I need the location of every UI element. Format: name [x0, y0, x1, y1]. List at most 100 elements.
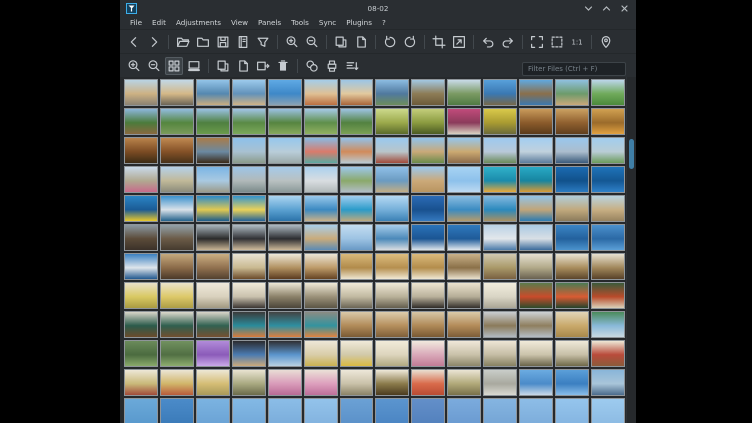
thumbnail[interactable]	[268, 311, 302, 338]
thumbnail[interactable]	[555, 369, 589, 396]
thumbnail[interactable]	[411, 166, 445, 193]
thumbnail[interactable]	[555, 195, 589, 222]
thumbnail[interactable]	[555, 108, 589, 135]
single-view-button[interactable]	[185, 57, 203, 75]
open-folder-button[interactable]	[174, 33, 192, 51]
thumbnail[interactable]	[447, 108, 481, 135]
thumbnail[interactable]	[375, 311, 409, 338]
thumbnail[interactable]	[483, 224, 517, 251]
redo-button[interactable]	[499, 33, 517, 51]
thumbnail[interactable]	[447, 137, 481, 164]
thumbnail[interactable]	[411, 224, 445, 251]
thumbnail[interactable]	[483, 282, 517, 309]
thumbnail[interactable]	[340, 79, 374, 106]
thumbnail[interactable]	[375, 340, 409, 367]
prev-button[interactable]	[125, 33, 143, 51]
thumbnail[interactable]	[483, 195, 517, 222]
thumbnail[interactable]	[340, 224, 374, 251]
thumbnail[interactable]	[375, 253, 409, 280]
thumbnail[interactable]	[483, 340, 517, 367]
thumbnail[interactable]	[555, 340, 589, 367]
thumbnail[interactable]	[447, 166, 481, 193]
undo-button[interactable]	[479, 33, 497, 51]
thumbnail[interactable]	[483, 311, 517, 338]
thumbnail[interactable]	[447, 253, 481, 280]
thumbnail[interactable]	[447, 224, 481, 251]
thumbnail[interactable]	[340, 137, 374, 164]
thumbnail[interactable]	[160, 79, 194, 106]
thumbnail[interactable]	[268, 224, 302, 251]
delete-file-button[interactable]	[274, 57, 292, 75]
zoom-out-button[interactable]	[145, 57, 163, 75]
thumbnail[interactable]	[519, 398, 553, 423]
thumbnail[interactable]	[555, 224, 589, 251]
thumbnail[interactable]	[591, 137, 625, 164]
thumbnail[interactable]	[483, 137, 517, 164]
resize-button[interactable]	[450, 33, 468, 51]
menu-item-edit[interactable]: Edit	[147, 17, 171, 29]
thumbnail[interactable]	[160, 195, 194, 222]
thumbnail[interactable]	[483, 79, 517, 106]
next-button[interactable]	[145, 33, 163, 51]
thumbnail[interactable]	[160, 108, 194, 135]
thumbnail[interactable]	[483, 253, 517, 280]
thumbnail[interactable]	[555, 398, 589, 423]
thumbnail[interactable]	[340, 369, 374, 396]
thumbnail[interactable]	[411, 311, 445, 338]
thumbnail[interactable]	[519, 282, 553, 309]
thumbnail[interactable]	[196, 137, 230, 164]
thumbnail[interactable]	[483, 108, 517, 135]
thumbnail[interactable]	[519, 195, 553, 222]
thumbnail[interactable]	[196, 340, 230, 367]
thumbnail[interactable]	[160, 282, 194, 309]
thumbnail[interactable]	[555, 282, 589, 309]
menu-item-view[interactable]: View	[226, 17, 253, 29]
thumbnail[interactable]	[555, 79, 589, 106]
thumbnail[interactable]	[591, 166, 625, 193]
zoom-in-button[interactable]	[283, 33, 301, 51]
thumbnail[interactable]	[196, 369, 230, 396]
thumbnail[interactable]	[232, 166, 266, 193]
thumbnail[interactable]	[483, 166, 517, 193]
thumbnail[interactable]	[268, 340, 302, 367]
frameless-button[interactable]	[548, 33, 566, 51]
thumbnail[interactable]	[304, 166, 338, 193]
copy-file-button[interactable]	[214, 57, 232, 75]
thumbnail[interactable]	[268, 79, 302, 106]
thumbnail[interactable]	[411, 108, 445, 135]
thumbnail[interactable]	[340, 253, 374, 280]
thumbnail[interactable]	[196, 224, 230, 251]
thumbnail[interactable]	[340, 108, 374, 135]
map-pin-button[interactable]	[597, 33, 615, 51]
fullscreen-button[interactable]	[528, 33, 546, 51]
thumbnail[interactable]	[447, 311, 481, 338]
thumbnail[interactable]	[555, 166, 589, 193]
zoom-out-button[interactable]	[303, 33, 321, 51]
thumbnail[interactable]	[232, 282, 266, 309]
thumbnail[interactable]	[411, 398, 445, 423]
thumbnail[interactable]	[304, 253, 338, 280]
thumbnail[interactable]	[375, 108, 409, 135]
thumbnail[interactable]	[375, 79, 409, 106]
thumbnail[interactable]	[304, 137, 338, 164]
thumbnail[interactable]	[447, 79, 481, 106]
thumbnail[interactable]	[591, 108, 625, 135]
menu-item-adjustments[interactable]: Adjustments	[171, 17, 226, 29]
crop-button[interactable]	[430, 33, 448, 51]
thumbnail[interactable]	[268, 166, 302, 193]
thumbnail[interactable]	[124, 253, 158, 280]
move-file-button[interactable]	[254, 57, 272, 75]
thumbnail[interactable]	[519, 166, 553, 193]
titlebar[interactable]: 08-02	[120, 0, 636, 17]
save-button[interactable]	[214, 33, 232, 51]
thumbnail[interactable]	[591, 311, 625, 338]
thumbnail[interactable]	[411, 282, 445, 309]
thumbnail[interactable]	[196, 166, 230, 193]
thumbnail[interactable]	[555, 137, 589, 164]
thumbnail[interactable]	[160, 369, 194, 396]
thumbnail[interactable]	[375, 398, 409, 423]
thumbnail[interactable]	[160, 166, 194, 193]
thumbnail[interactable]	[304, 195, 338, 222]
thumbnail[interactable]	[411, 340, 445, 367]
thumbnail[interactable]	[519, 79, 553, 106]
